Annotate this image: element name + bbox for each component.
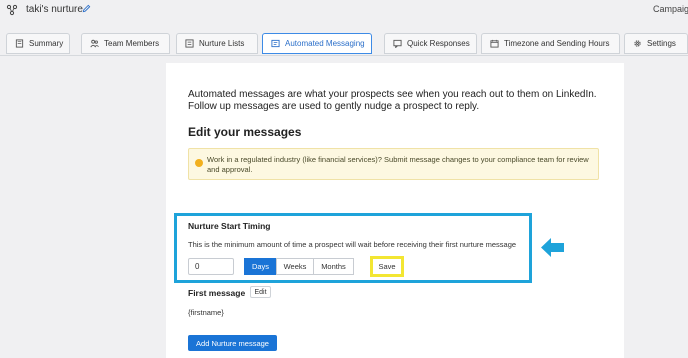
tab-label: Automated Messaging bbox=[285, 39, 365, 48]
first-message-label: First message bbox=[188, 288, 246, 298]
pencil-icon[interactable] bbox=[82, 4, 91, 13]
tab-label: Summary bbox=[29, 39, 64, 48]
campaigns-link[interactable]: Campaign bbox=[653, 4, 688, 14]
tab-quick-responses[interactable]: Quick Responses bbox=[384, 33, 477, 54]
arrow-left-icon bbox=[541, 238, 564, 257]
intro-text: Automated messages are what your prospec… bbox=[188, 89, 597, 112]
warning-icon bbox=[195, 159, 203, 167]
tab-summary[interactable]: Summary bbox=[6, 33, 70, 54]
tab-settings[interactable]: Settings bbox=[624, 33, 688, 54]
tab-automated-messaging[interactable]: Automated Messaging bbox=[262, 33, 372, 54]
unit-days-button[interactable]: Days bbox=[244, 258, 277, 275]
compliance-notice: Work in a regulated industry (like finan… bbox=[188, 148, 599, 180]
tab-bar: Summary Team Members Nurture Lists Autom… bbox=[6, 33, 688, 56]
users-icon bbox=[90, 39, 99, 48]
top-bar: taki's nurture Campaign bbox=[0, 0, 688, 22]
edit-first-message-button[interactable]: Edit bbox=[250, 286, 271, 298]
tab-team-members[interactable]: Team Members bbox=[81, 33, 170, 54]
notice-text: Work in a regulated industry (like finan… bbox=[207, 155, 589, 174]
unit-months-button[interactable]: Months bbox=[313, 258, 354, 275]
campaign-title: taki's nurture bbox=[26, 4, 83, 15]
timing-title: Nurture Start Timing bbox=[188, 221, 271, 231]
tab-label: Settings bbox=[647, 39, 676, 48]
tab-timezone-sending-hours[interactable]: Timezone and Sending Hours bbox=[481, 33, 620, 54]
save-button[interactable]: Save bbox=[374, 260, 400, 273]
timing-description: This is the minimum amount of time a pro… bbox=[188, 240, 517, 249]
tab-label: Nurture Lists bbox=[199, 39, 245, 48]
add-nurture-message-button[interactable]: Add Nurture message bbox=[188, 335, 277, 351]
tab-nurture-lists[interactable]: Nurture Lists bbox=[176, 33, 258, 54]
tab-label: Quick Responses bbox=[407, 39, 470, 48]
tab-label: Timezone and Sending Hours bbox=[504, 39, 610, 48]
message-icon bbox=[271, 39, 280, 48]
book-icon bbox=[15, 39, 24, 48]
list-icon bbox=[185, 39, 194, 48]
section-title: Edit your messages bbox=[188, 125, 302, 139]
tab-divider bbox=[0, 55, 688, 56]
start-timing-input[interactable] bbox=[188, 258, 234, 275]
calendar-icon bbox=[490, 39, 499, 48]
unit-weeks-button[interactable]: Weeks bbox=[276, 258, 314, 275]
gear-icon bbox=[634, 40, 641, 47]
first-message-body: {firstname} bbox=[188, 308, 224, 317]
logo-icon bbox=[6, 4, 18, 16]
tab-label: Team Members bbox=[104, 39, 160, 48]
reply-icon bbox=[393, 39, 402, 48]
